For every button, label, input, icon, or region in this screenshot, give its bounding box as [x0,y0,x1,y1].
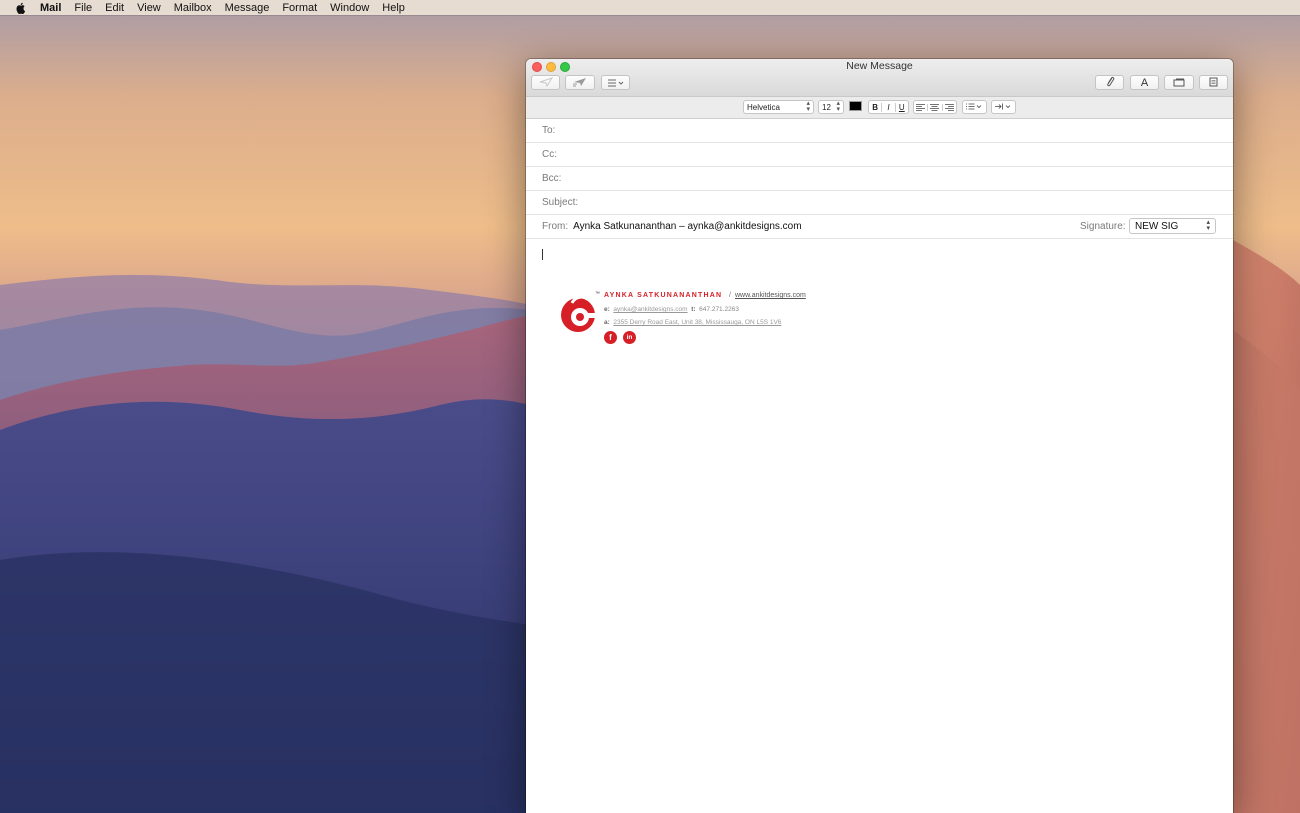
title-bar: New Message A [526,59,1233,97]
font-family-value: Helvetica [747,102,780,112]
menu-mailbox[interactable]: Mailbox [174,2,212,14]
facebook-icon[interactable]: f [604,331,617,344]
align-left-icon[interactable] [914,103,927,111]
signature-select[interactable]: NEW SIG ▴ ▾ [1129,218,1216,234]
bcc-field-row[interactable]: Bcc: [526,167,1233,191]
text-style-segmented-control: B I U [868,100,909,114]
menu-file[interactable]: File [74,2,92,14]
phone-label: t: [691,306,696,313]
menu-view[interactable]: View [137,2,161,14]
underline-button[interactable]: U [896,103,908,112]
menu-format[interactable]: Format [282,2,317,14]
fonts-button[interactable]: A [1130,75,1159,90]
signature-name: AYNKA SATKUNANANTHAN [604,292,723,299]
to-label: To: [542,125,556,136]
linkedin-icon[interactable]: in [623,331,636,344]
subject-label: Subject: [542,197,579,208]
trademark-mark: ™ [595,291,600,297]
select-arrows-icon: ▴ ▾ [1206,219,1210,232]
from-label: From: [542,221,569,232]
bold-button[interactable]: B [869,103,881,112]
reply-icon [573,75,587,90]
align-center-icon[interactable] [927,103,943,111]
signature-separator: / [729,292,731,299]
cc-field-row[interactable]: Cc: [526,143,1233,167]
menu-help[interactable]: Help [382,2,405,14]
header-fields-menu-icon [607,75,625,90]
address-label: a: [604,319,610,326]
to-field-row[interactable]: To: [526,119,1233,143]
select-arrows-icon: ▴ ▾ [806,100,810,113]
email-label: e: [604,306,610,313]
from-field-row: From: Aynka Satkunananthan – aynka@ankit… [526,215,1233,239]
signature-phone: 647.271.2263 [699,306,739,313]
text-cursor [542,249,543,260]
stationery-button[interactable] [1199,75,1228,90]
message-body[interactable]: ™ AYNKA SATKUNANANTHAN / www.ankitdesign… [526,239,1233,813]
list-menu-button[interactable] [962,100,987,114]
menu-app-mail[interactable]: Mail [40,2,61,14]
menu-window[interactable]: Window [330,2,369,14]
signature-contact-line: e: aynka@ankitdesigns.com t: 647.271.226… [604,306,739,313]
menu-edit[interactable]: Edit [105,2,124,14]
signature-address-line: a: 2355 Derry Road East, Unit 38, Missis… [604,319,781,326]
photo-browser-button[interactable] [1164,75,1194,90]
font-family-select[interactable]: Helvetica ▴ ▾ [743,100,814,114]
font-size-select[interactable]: 12 ▴ ▾ [818,100,844,114]
text-color-well[interactable] [849,101,862,111]
alignment-segmented-control [913,100,957,114]
indent-menu-button[interactable] [991,100,1016,114]
send-button[interactable] [531,75,560,90]
new-message-window: New Message A Helvetica ▴ ▾ 12 ▴ ▾ B I U… [526,59,1233,813]
signature-value: NEW SIG [1135,220,1179,232]
signature-email-link[interactable]: aynka@ankitdesigns.com [613,306,687,313]
signature-address[interactable]: 2355 Derry Road East, Unit 38, Mississau… [613,319,781,326]
format-bar: Helvetica ▴ ▾ 12 ▴ ▾ B I U [526,97,1233,119]
apple-logo-icon[interactable] [14,1,28,14]
attachment-icon [1105,75,1115,90]
font-size-value: 12 [822,102,831,112]
email-signature: ™ AYNKA SATKUNANANTHAN / www.ankitdesign… [558,291,858,351]
stationery-icon [1209,75,1218,90]
signature-label: Signature: [1080,221,1126,232]
send-icon [539,75,553,90]
photo-browser-icon [1173,75,1185,90]
window-title: New Message [846,60,913,72]
list-icon [966,103,982,112]
bcc-label: Bcc: [542,173,562,184]
indent-icon [995,103,1011,112]
brand-logo-icon [561,295,602,332]
reply-button[interactable] [565,75,595,90]
from-account-select[interactable]: Aynka Satkunananthan – aynka@ankitdesign… [573,221,801,232]
select-arrows-icon: ▴ ▾ [836,100,840,113]
header-fields-menu-button[interactable] [601,75,630,90]
align-right-icon[interactable] [943,103,956,111]
subject-field-row[interactable]: Subject: [526,191,1233,215]
signature-website-link[interactable]: www.ankitdesigns.com [735,292,806,299]
cc-label: Cc: [542,149,557,160]
italic-button[interactable]: I [881,102,896,112]
fonts-icon: A [1140,76,1149,89]
menu-bar: Mail File Edit View Mailbox Message Form… [0,0,1300,15]
menu-message[interactable]: Message [225,2,270,14]
attach-button[interactable] [1095,75,1124,90]
